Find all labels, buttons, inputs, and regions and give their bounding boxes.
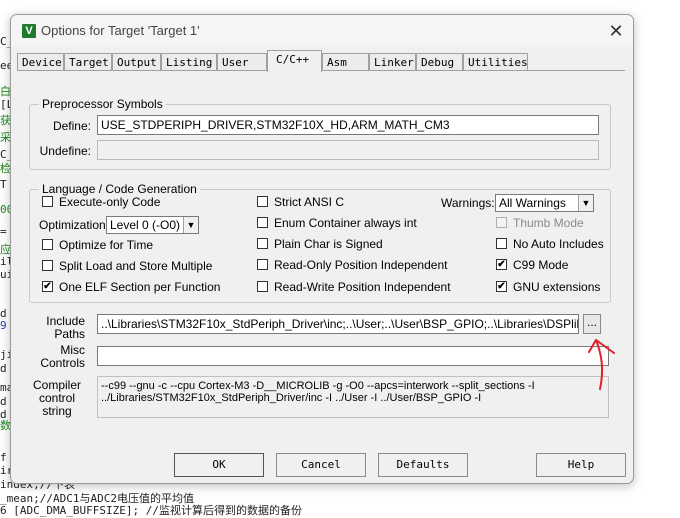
code-line: d [0,395,7,408]
define-input[interactable]: USE_STDPERIPH_DRIVER,STM32F10X_HD,ARM_MA… [97,115,599,135]
warnings-select[interactable]: All Warnings ▼ [495,194,594,212]
define-label: Define: [52,119,91,133]
include-paths-label: Include Paths [29,315,85,341]
language-group-title: Language / Code Generation [39,182,200,196]
chevron-down-icon: ▼ [183,217,198,233]
tab-utilities[interactable]: Utilities [463,53,528,70]
include-paths-input[interactable]: ..\Libraries\STM32F10x_StdPeriph_Driver\… [97,314,579,334]
no-auto-includes-checkbox[interactable] [496,238,507,249]
one-elf-label: One ELF Section per Function [59,280,221,294]
optimization-value: Level 0 (-O0) [110,218,181,232]
gnu-extensions-checkbox[interactable]: ✔ [496,281,507,292]
enum-container-label: Enum Container always int [274,216,417,230]
cancel-button[interactable]: Cancel [276,453,366,477]
tab-user[interactable]: User [217,53,267,70]
misc-controls-label: Misc Controls [29,344,85,370]
optimization-label: Optimization: [39,218,110,232]
include-label-line2: Paths [54,327,85,341]
chevron-down-icon: ▼ [578,195,593,211]
tab-device[interactable]: Device [17,53,64,70]
compiler-control-label: Compiler control string [29,379,85,418]
optimization-select[interactable]: Level 0 (-O0) ▼ [106,216,199,234]
tab-asm[interactable]: Asm [322,53,369,70]
code-line: 6 [ADC_DMA_BUFFSIZE]; //监视计算后得到的数据的备份 [0,504,302,517]
optimize-time-label: Optimize for Time [59,238,154,252]
plain-char-checkbox[interactable] [257,238,268,249]
preprocessor-group-title: Preprocessor Symbols [39,97,166,111]
include-browse-button[interactable]: ... [583,314,601,334]
thumb-mode-label: Thumb Mode [513,216,584,230]
code-line: f [0,451,7,464]
undefine-input[interactable] [97,140,599,160]
undefine-label: Undefine: [39,144,91,158]
thumb-mode-checkbox[interactable] [496,217,507,228]
gnu-extensions-label: GNU extensions [513,280,601,294]
tab-target[interactable]: Target [64,53,112,70]
tab-linker[interactable]: Linker [369,53,416,70]
one-elf-checkbox[interactable]: ✔ [42,281,53,292]
warnings-value: All Warnings [499,196,566,210]
tab-debug[interactable]: Debug [416,53,463,70]
close-button[interactable]: ✕ [605,20,627,42]
strict-ansi-checkbox[interactable] [257,196,268,207]
warnings-label: Warnings: [441,196,495,210]
code-line: = [0,225,7,238]
ro-position-checkbox[interactable] [257,259,268,270]
misc-label-line2: Controls [40,356,85,370]
split-load-checkbox[interactable] [42,260,53,271]
execute-only-checkbox[interactable] [42,196,53,207]
compiler-control-string[interactable]: --c99 --gnu -c --cpu Cortex-M3 -D__MICRO… [97,376,609,418]
execute-only-label: Execute-only Code [59,195,161,209]
ok-button[interactable]: OK [174,453,264,477]
c99-mode-label: C99 Mode [513,258,569,272]
tab-output[interactable]: Output [112,53,161,70]
strict-ansi-label: Strict ANSI C [274,195,345,209]
tab-listing[interactable]: Listing [161,53,217,70]
window-title: Options for Target 'Target 1' [41,23,200,38]
compiler-label-line3: string [42,404,72,418]
defaults-button[interactable]: Defaults [378,453,468,477]
c99-mode-checkbox[interactable]: ✔ [496,259,507,270]
code-line: d [0,362,7,375]
split-load-label: Split Load and Store Multiple [59,259,213,273]
options-dialog: V Options for Target 'Target 1' ✕ Device… [10,14,634,484]
rw-position-label: Read-Write Position Independent [274,280,451,294]
ro-position-label: Read-Only Position Independent [274,258,448,272]
title-bar[interactable]: V Options for Target 'Target 1' ✕ [11,15,633,47]
misc-controls-input[interactable] [97,346,609,366]
plain-char-label: Plain Char is Signed [274,237,383,251]
rw-position-checkbox[interactable] [257,281,268,292]
no-auto-includes-label: No Auto Includes [513,237,604,251]
code-line: T [0,178,7,191]
help-button[interactable]: Help [536,453,626,477]
tab-c-cpp[interactable]: C/C++ [267,50,322,72]
optimize-time-checkbox[interactable] [42,239,53,250]
preprocessor-group [29,104,611,170]
keil-app-icon: V [22,24,36,38]
enum-container-checkbox[interactable] [257,217,268,228]
code-line: 9 [0,319,7,332]
